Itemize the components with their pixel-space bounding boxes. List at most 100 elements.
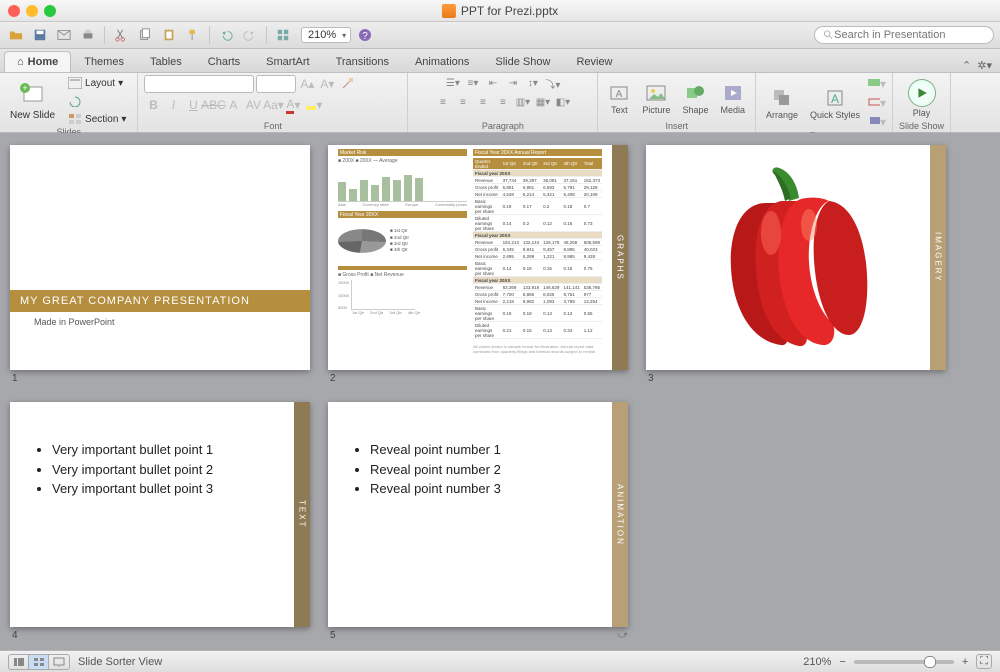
align-left-button[interactable]: ≡	[434, 94, 452, 110]
format-painter-button[interactable]	[183, 25, 203, 45]
grow-font-button[interactable]: A▴	[298, 75, 316, 93]
ribbon-options-button[interactable]: ✲▾	[977, 59, 992, 72]
align-right-button[interactable]: ≡	[474, 94, 492, 110]
svg-text:?: ?	[362, 31, 368, 42]
tab-transitions[interactable]: Transitions	[323, 51, 402, 72]
strike-button[interactable]: ABC	[204, 96, 222, 114]
quick-styles-button[interactable]: AQuick Styles	[806, 87, 864, 120]
italic-button[interactable]: I	[164, 96, 182, 114]
collapse-ribbon-button[interactable]: ⌃	[962, 59, 971, 72]
slide-number: 5	[330, 630, 336, 641]
columns-button[interactable]: ▥▾	[514, 94, 532, 110]
new-slide-button[interactable]: + New Slide	[6, 80, 59, 123]
slide-thumbnail-3[interactable]: IMAGERY 3	[646, 145, 946, 384]
play-button[interactable]: Play	[904, 79, 940, 118]
sorter-view-button[interactable]	[29, 655, 49, 669]
bold-button[interactable]: B	[144, 96, 162, 114]
zoom-in-button[interactable]: +	[962, 656, 968, 668]
slide-thumbnail-2[interactable]: GRAPHS Market Risk ■ 200X ■ 200X — Avera…	[328, 145, 628, 384]
insert-picture-button[interactable]: Picture	[638, 82, 674, 115]
shape-outline-button[interactable]: ▾	[868, 94, 886, 112]
font-color-button[interactable]: A▾	[284, 96, 302, 114]
tab-tables[interactable]: Tables	[137, 51, 195, 72]
slide4-sidetab: TEXT	[294, 402, 310, 627]
insert-shape-button[interactable]: Shape	[678, 82, 712, 115]
font-family-combo[interactable]	[144, 75, 254, 93]
align-center-button[interactable]: ≡	[454, 94, 472, 110]
zoom-slider[interactable]	[854, 660, 954, 664]
slide-sorter-area[interactable]: MY GREAT COMPANY PRESENTATION Made in Po…	[0, 133, 1000, 650]
shrink-font-button[interactable]: A▾	[318, 75, 336, 93]
zoom-out-button[interactable]: −	[839, 656, 845, 668]
zoom-selector[interactable]: 210%	[301, 27, 351, 43]
copy-button[interactable]	[135, 25, 155, 45]
reset-button[interactable]	[63, 93, 131, 109]
align-text-button[interactable]: ▦▾	[534, 94, 552, 110]
shape-icon	[684, 82, 706, 104]
tab-slideshow[interactable]: Slide Show	[482, 51, 563, 72]
table-title: Fiscal Year 20XX Annual Report	[473, 149, 602, 156]
help-button[interactable]: ?	[355, 25, 375, 45]
ribbon-group-slideshow: Play Slide Show	[893, 73, 951, 132]
tab-themes[interactable]: Themes	[71, 51, 137, 72]
smartart-convert-button[interactable]: ◧▾	[554, 94, 572, 110]
ribbon-group-insert: AText Picture Shape Media Insert	[598, 73, 756, 132]
pepper-image	[711, 163, 881, 353]
paste-button[interactable]	[159, 25, 179, 45]
zoom-window-button[interactable]	[44, 5, 56, 17]
bullets-button[interactable]: ☰▾	[444, 75, 462, 91]
change-case-button[interactable]: Aa▾	[264, 96, 282, 114]
shape-effects-button[interactable]: ▾	[868, 113, 886, 131]
text-direction-button[interactable]: ⤵▾	[544, 75, 562, 91]
indent-dec-button[interactable]: ⇤	[484, 75, 502, 91]
undo-button[interactable]	[216, 25, 236, 45]
layout-button[interactable]: Layout ▾	[63, 75, 131, 91]
tab-smartart[interactable]: SmartArt	[253, 51, 322, 72]
cut-button[interactable]	[111, 25, 131, 45]
tab-home[interactable]: ⌂Home	[4, 51, 71, 72]
highlight-button[interactable]: ▾	[304, 96, 322, 114]
indent-inc-button[interactable]: ⇥	[504, 75, 522, 91]
insert-media-button[interactable]: Media	[716, 82, 749, 115]
show-hide-button[interactable]	[273, 25, 293, 45]
numbering-button[interactable]: ≡▾	[464, 75, 482, 91]
clear-format-button[interactable]	[338, 75, 356, 93]
arrange-icon	[771, 87, 793, 109]
justify-button[interactable]: ≡	[494, 94, 512, 110]
slide-thumbnail-5[interactable]: ANIMATION Reveal point number 1 Reveal p…	[328, 402, 628, 641]
shape-fill-button[interactable]: ▾	[868, 75, 886, 93]
search-input[interactable]	[834, 29, 985, 41]
close-window-button[interactable]	[8, 5, 20, 17]
fit-window-button[interactable]: ⛶	[976, 654, 992, 669]
tab-charts[interactable]: Charts	[195, 51, 253, 72]
slide-thumbnail-4[interactable]: TEXT Very important bullet point 1 Very …	[10, 402, 310, 641]
font-size-combo[interactable]	[256, 75, 296, 93]
underline-button[interactable]: U	[184, 96, 202, 114]
minimize-window-button[interactable]	[26, 5, 38, 17]
slide2-sidetab: GRAPHS	[612, 145, 628, 370]
save-button[interactable]	[30, 25, 50, 45]
insert-text-button[interactable]: AText	[604, 82, 634, 115]
picture-icon	[645, 82, 667, 104]
mail-button[interactable]	[54, 25, 74, 45]
slide-thumbnail-1[interactable]: MY GREAT COMPANY PRESENTATION Made in Po…	[10, 145, 310, 384]
sub-sup-button[interactable]: AV	[244, 96, 262, 114]
slide-number: 4	[12, 630, 310, 641]
view-buttons[interactable]	[8, 654, 70, 670]
slideshow-view-button[interactable]	[49, 655, 69, 669]
shadow-button[interactable]: A	[224, 96, 242, 114]
normal-view-button[interactable]	[9, 655, 29, 669]
print-button[interactable]	[78, 25, 98, 45]
section-button[interactable]: Section ▾	[63, 111, 131, 127]
status-zoom-label: 210%	[803, 656, 831, 668]
arrange-button[interactable]: Arrange	[762, 87, 802, 120]
window-title-text: PPT for Prezi.pptx	[461, 4, 558, 18]
search-box[interactable]	[814, 26, 994, 44]
redo-button[interactable]	[240, 25, 260, 45]
tab-review[interactable]: Review	[563, 51, 625, 72]
ribbon-group-format: Arrange AQuick Styles ▾ ▾ ▾ Format	[756, 73, 893, 132]
ribbon-group-slides: + New Slide Layout ▾ Section ▾ Slides	[0, 73, 138, 132]
line-spacing-button[interactable]: ↕▾	[524, 75, 542, 91]
open-button[interactable]	[6, 25, 26, 45]
tab-animations[interactable]: Animations	[402, 51, 482, 72]
